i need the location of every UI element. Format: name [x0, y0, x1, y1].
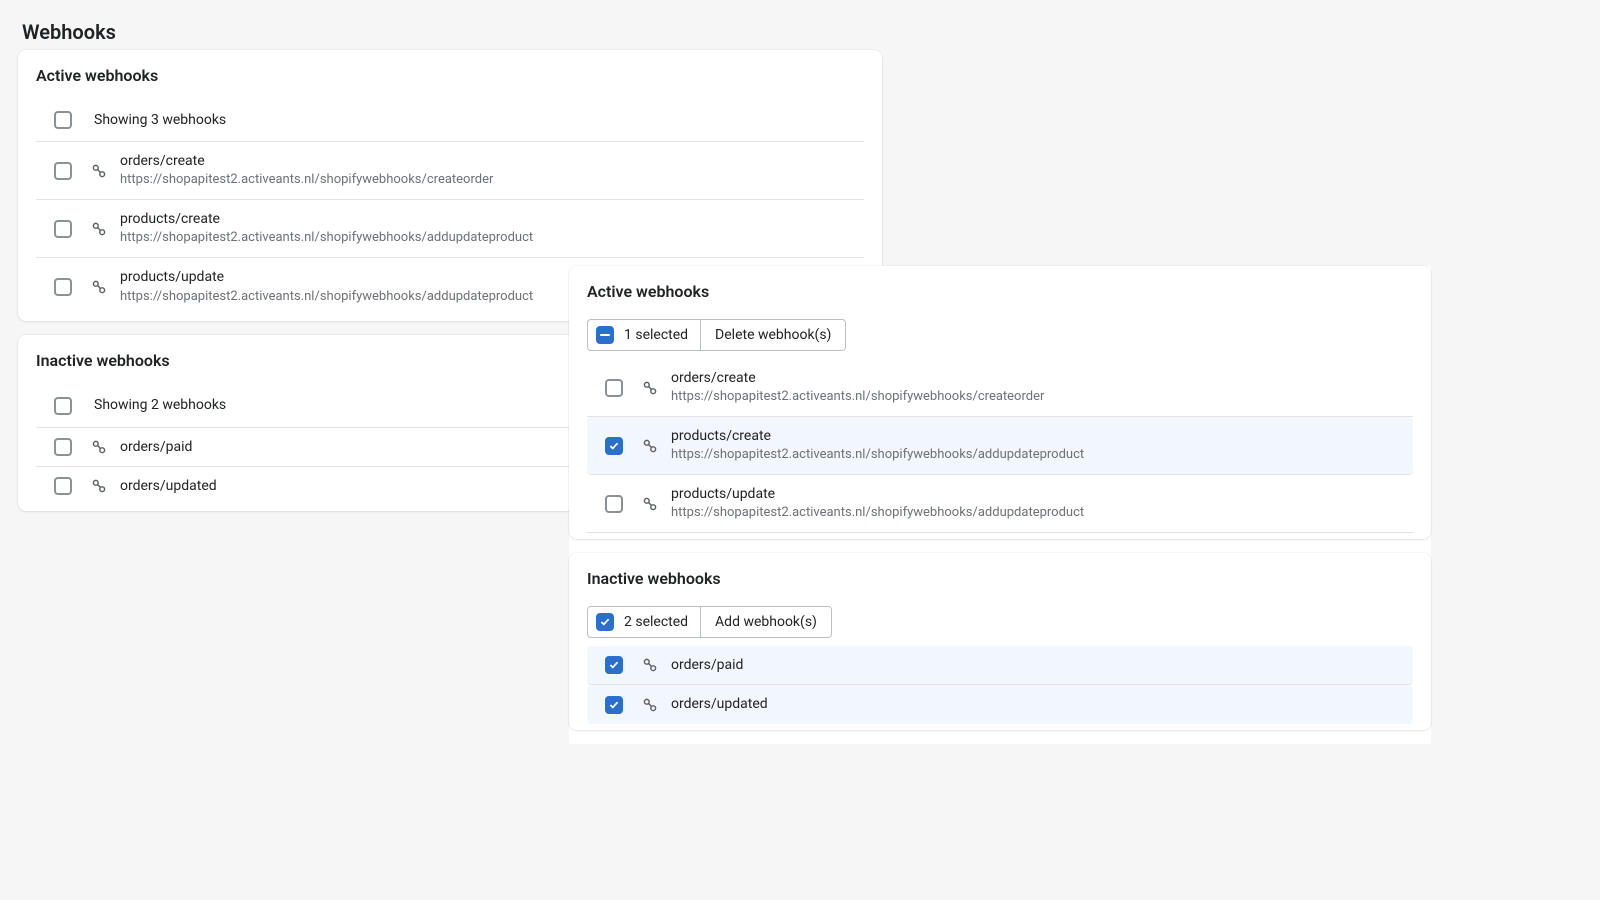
webhook-icon	[86, 478, 112, 494]
showing-count: Showing 3 webhooks	[86, 111, 226, 129]
row-checkbox[interactable]	[605, 437, 623, 455]
webhook-url: https://shopapitest2.activeants.nl/shopi…	[671, 505, 1395, 522]
webhook-icon	[637, 697, 663, 713]
table-row[interactable]: orders/paid	[587, 646, 1413, 685]
add-webhooks-button[interactable]: Add webhook(s)	[701, 607, 831, 637]
table-row[interactable]: products/create https://shopapitest2.acti…	[36, 200, 864, 258]
select-all-checkbox[interactable]	[54, 397, 72, 415]
webhook-topic: orders/paid	[671, 656, 1395, 674]
webhook-topic: orders/create	[671, 369, 1395, 387]
row-checkbox[interactable]	[54, 477, 72, 495]
row-checkbox[interactable]	[54, 220, 72, 238]
delete-webhooks-button[interactable]: Delete webhook(s)	[701, 320, 845, 350]
row-checkbox[interactable]	[605, 379, 623, 397]
selection-count-group: 1 selected	[588, 320, 701, 350]
webhook-icon	[86, 221, 112, 237]
active-webhooks-card-selected: Active webhooks 1 selected Delete webhoo…	[569, 266, 1431, 539]
select-all-checkbox[interactable]	[54, 111, 72, 129]
row-checkbox[interactable]	[54, 438, 72, 456]
table-row[interactable]: orders/create https://shopapitest2.active…	[587, 359, 1413, 417]
row-checkbox[interactable]	[54, 278, 72, 296]
table-row[interactable]: orders/create https://shopapitest2.active…	[36, 142, 864, 200]
webhook-icon	[637, 380, 663, 396]
card-title-active: Active webhooks	[569, 266, 1431, 319]
row-checkbox[interactable]	[605, 495, 623, 513]
webhook-topic: orders/create	[120, 152, 846, 170]
webhook-icon	[86, 439, 112, 455]
table-header-row: Showing 3 webhooks	[36, 103, 864, 142]
table-row[interactable]: orders/updated	[587, 685, 1413, 723]
webhook-url: https://shopapitest2.activeants.nl/shopi…	[120, 230, 846, 247]
card-title-inactive: Inactive webhooks	[569, 553, 1431, 606]
webhook-icon	[637, 657, 663, 673]
webhook-url: https://shopapitest2.activeants.nl/shopi…	[671, 389, 1395, 406]
selection-count-group: 2 selected	[588, 607, 701, 637]
selected-count: 2 selected	[624, 614, 688, 630]
webhook-url: https://shopapitest2.activeants.nl/shopi…	[120, 172, 846, 189]
showing-count: Showing 2 webhooks	[86, 396, 226, 414]
webhook-icon	[86, 279, 112, 295]
select-all-checkbox[interactable]	[596, 613, 614, 631]
selection-bar: 1 selected Delete webhook(s)	[587, 319, 1413, 351]
webhook-icon	[637, 496, 663, 512]
selection-bar: 2 selected Add webhook(s)	[587, 606, 1413, 638]
inactive-webhooks-card-selected: Inactive webhooks 2 selected Add webhook…	[569, 553, 1431, 729]
selected-count: 1 selected	[624, 327, 688, 343]
table-row[interactable]: products/update https://shopapitest2.acti…	[587, 475, 1413, 533]
webhook-topic: orders/updated	[671, 695, 1395, 713]
webhook-url: https://shopapitest2.activeants.nl/shopi…	[671, 447, 1395, 464]
webhook-icon	[86, 163, 112, 179]
webhook-topic: products/create	[120, 210, 846, 228]
webhook-icon	[637, 438, 663, 454]
select-all-checkbox[interactable]	[596, 326, 614, 344]
row-checkbox[interactable]	[605, 696, 623, 714]
card-title-active: Active webhooks	[18, 50, 882, 103]
table-row[interactable]: products/create https://shopapitest2.acti…	[587, 417, 1413, 475]
row-checkbox[interactable]	[54, 162, 72, 180]
webhook-topic: products/create	[671, 427, 1395, 445]
webhook-topic: products/update	[671, 485, 1395, 503]
row-checkbox[interactable]	[605, 656, 623, 674]
